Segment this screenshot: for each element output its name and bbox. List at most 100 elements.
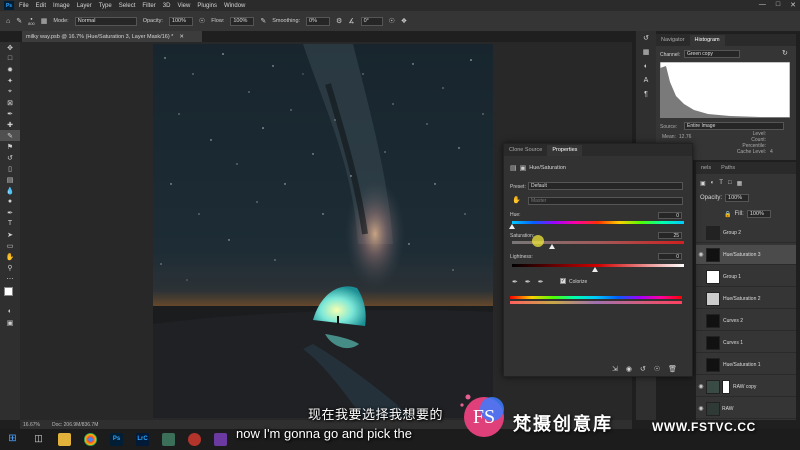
view-previous-icon[interactable]: ◉ bbox=[626, 365, 632, 373]
task-view-icon[interactable]: ◫ bbox=[32, 433, 45, 446]
symmetry-icon[interactable]: ❖ bbox=[401, 17, 407, 25]
eyedropper-add-icon[interactable]: ✒ bbox=[525, 278, 531, 286]
filter-pixel-icon[interactable]: ▣ bbox=[700, 180, 706, 187]
lasso-tool-icon[interactable]: ✹ bbox=[0, 64, 20, 75]
layer-mask-thumbnail[interactable] bbox=[706, 335, 720, 350]
airbrush-icon[interactable]: ✎ bbox=[260, 17, 266, 25]
eyedropper-tool-icon[interactable]: ✒ bbox=[0, 108, 20, 119]
type-tool-icon[interactable]: T bbox=[0, 218, 20, 229]
menu-window[interactable]: Window bbox=[224, 3, 245, 9]
clone-stamp-tool-icon[interactable]: ⚑ bbox=[0, 141, 20, 152]
eye-icon[interactable]: ◉ bbox=[696, 405, 706, 412]
lightroom-classic-icon[interactable]: LrC bbox=[136, 433, 149, 446]
hue-slider-thumb[interactable] bbox=[509, 224, 515, 229]
channel-select[interactable]: Master bbox=[528, 197, 683, 205]
filter-smart-icon[interactable]: ▦ bbox=[737, 180, 743, 187]
minimize-icon[interactable]: — bbox=[759, 1, 766, 9]
saturation-value[interactable]: 25 bbox=[658, 232, 682, 239]
eraser-tool-icon[interactable]: ▯ bbox=[0, 163, 20, 174]
trash-icon[interactable]: 🗑 bbox=[668, 365, 677, 373]
flow-field[interactable]: 100% bbox=[230, 16, 255, 26]
menu-file[interactable]: File bbox=[19, 3, 29, 9]
layer-mask-thumbnail[interactable] bbox=[706, 225, 720, 240]
menu-image[interactable]: Image bbox=[53, 3, 70, 9]
layer-thumbnail[interactable] bbox=[706, 379, 720, 394]
menu-type[interactable]: Type bbox=[99, 3, 112, 9]
home-icon[interactable]: ⌂ bbox=[6, 18, 10, 25]
layer-row[interactable]: Hue/Saturation 1 bbox=[696, 355, 796, 375]
hue-value[interactable]: 0 bbox=[658, 212, 682, 219]
frame-tool-icon[interactable]: ⊠ bbox=[0, 97, 20, 108]
hue-slider[interactable] bbox=[512, 221, 684, 224]
shape-tool-icon[interactable]: ▭ bbox=[0, 240, 20, 251]
path-select-tool-icon[interactable]: ➤ bbox=[0, 229, 20, 240]
tab-navigator[interactable]: Navigator bbox=[656, 35, 690, 46]
lightness-slider[interactable] bbox=[512, 264, 684, 267]
blur-tool-icon[interactable]: 💧 bbox=[0, 185, 20, 196]
tab-paths[interactable]: Paths bbox=[716, 163, 740, 174]
menu-layer[interactable]: Layer bbox=[77, 3, 92, 9]
pressure-opacity-icon[interactable]: ☉ bbox=[199, 17, 205, 25]
pressure-size-icon[interactable]: ☉ bbox=[389, 17, 395, 25]
close-icon[interactable]: ✕ bbox=[179, 34, 184, 40]
filter-type-icon[interactable]: T bbox=[719, 180, 723, 187]
zoom-tool-icon[interactable]: ⚲ bbox=[0, 262, 20, 273]
reset-icon[interactable]: ↺ bbox=[640, 365, 646, 373]
target-adjust-icon[interactable]: ✋ bbox=[512, 196, 521, 204]
app-icon-2[interactable] bbox=[188, 433, 201, 446]
history-icon[interactable]: ↺ bbox=[636, 31, 656, 45]
layer-mask-thumbnail[interactable] bbox=[706, 247, 720, 262]
layer-row[interactable]: Group 1 bbox=[696, 267, 796, 287]
layer-row[interactable]: Hue/Saturation 2 bbox=[696, 289, 796, 309]
refresh-icon[interactable]: ↻ bbox=[782, 49, 788, 57]
angle-field[interactable]: 0° bbox=[360, 16, 383, 26]
character-icon[interactable]: A bbox=[636, 73, 656, 87]
foreground-color[interactable] bbox=[4, 287, 13, 296]
brush-tool-icon[interactable]: ✎ bbox=[0, 130, 20, 141]
maximize-icon[interactable]: □ bbox=[776, 1, 780, 9]
tab-histogram[interactable]: Histogram bbox=[689, 35, 725, 46]
lock-icon[interactable]: 🔒 bbox=[724, 211, 731, 218]
layer-mask-icon[interactable]: ▣ bbox=[520, 164, 527, 172]
menu-edit[interactable]: Edit bbox=[36, 3, 46, 9]
quick-select-tool-icon[interactable]: ✦ bbox=[0, 75, 20, 86]
preset-select[interactable]: Default bbox=[528, 182, 683, 190]
layer-mask-thumbnail[interactable] bbox=[706, 269, 720, 284]
app-icon-3[interactable] bbox=[214, 433, 227, 446]
windows-start-icon[interactable]: ⊞ bbox=[6, 433, 19, 446]
source-select[interactable]: Entire Image bbox=[684, 122, 784, 130]
layer-thumbnail[interactable] bbox=[706, 401, 720, 416]
file-explorer-icon[interactable] bbox=[58, 433, 71, 446]
crop-tool-icon[interactable]: ⌖ bbox=[0, 86, 20, 97]
screen-mode-icon[interactable]: ▣ bbox=[0, 317, 20, 328]
app-icon-1[interactable] bbox=[162, 433, 175, 446]
dodge-tool-icon[interactable]: ● bbox=[0, 196, 20, 207]
healing-tool-icon[interactable]: ✚ bbox=[0, 119, 20, 130]
layer-fill-field[interactable]: 100% bbox=[746, 210, 771, 218]
tab-channels[interactable]: nels bbox=[696, 163, 716, 174]
tab-clone-source[interactable]: Clone Source bbox=[504, 145, 547, 156]
eyedropper-icon[interactable]: ✒ bbox=[512, 278, 518, 286]
filter-adjust-icon[interactable]: ◐ bbox=[711, 180, 715, 187]
menu-plugins[interactable]: Plugins bbox=[197, 3, 217, 9]
more-tools-icon[interactable]: ⋯ bbox=[0, 273, 20, 284]
smoothing-field[interactable]: 0% bbox=[306, 16, 331, 26]
brush-settings-icon[interactable]: ▦ bbox=[41, 17, 48, 25]
gradient-tool-icon[interactable]: ▤ bbox=[0, 174, 20, 185]
tab-properties[interactable]: Properties bbox=[547, 145, 583, 156]
mode-select[interactable]: Normal bbox=[74, 16, 137, 26]
milky-way-photo[interactable] bbox=[153, 44, 493, 418]
layer-opacity-field[interactable]: 100% bbox=[725, 194, 750, 202]
layer-row[interactable]: Curves 1 bbox=[696, 333, 796, 353]
colorize-checkbox[interactable]: ✓ bbox=[560, 278, 566, 284]
pen-tool-icon[interactable]: ✒ bbox=[0, 207, 20, 218]
chrome-icon[interactable] bbox=[84, 433, 97, 446]
layer-row[interactable]: ◉ RAW copy bbox=[696, 377, 796, 397]
opacity-field[interactable]: 100% bbox=[168, 16, 193, 26]
clip-to-layer-icon[interactable]: ⇲ bbox=[612, 365, 618, 373]
brush-preset-icon[interactable]: ● 800 bbox=[28, 16, 35, 26]
hand-tool-icon[interactable]: ✋ bbox=[0, 251, 20, 262]
filter-shape-icon[interactable]: □ bbox=[728, 180, 732, 187]
move-tool-icon[interactable]: ✥ bbox=[0, 42, 20, 53]
quick-mask-icon[interactable]: ◐ bbox=[0, 306, 20, 317]
